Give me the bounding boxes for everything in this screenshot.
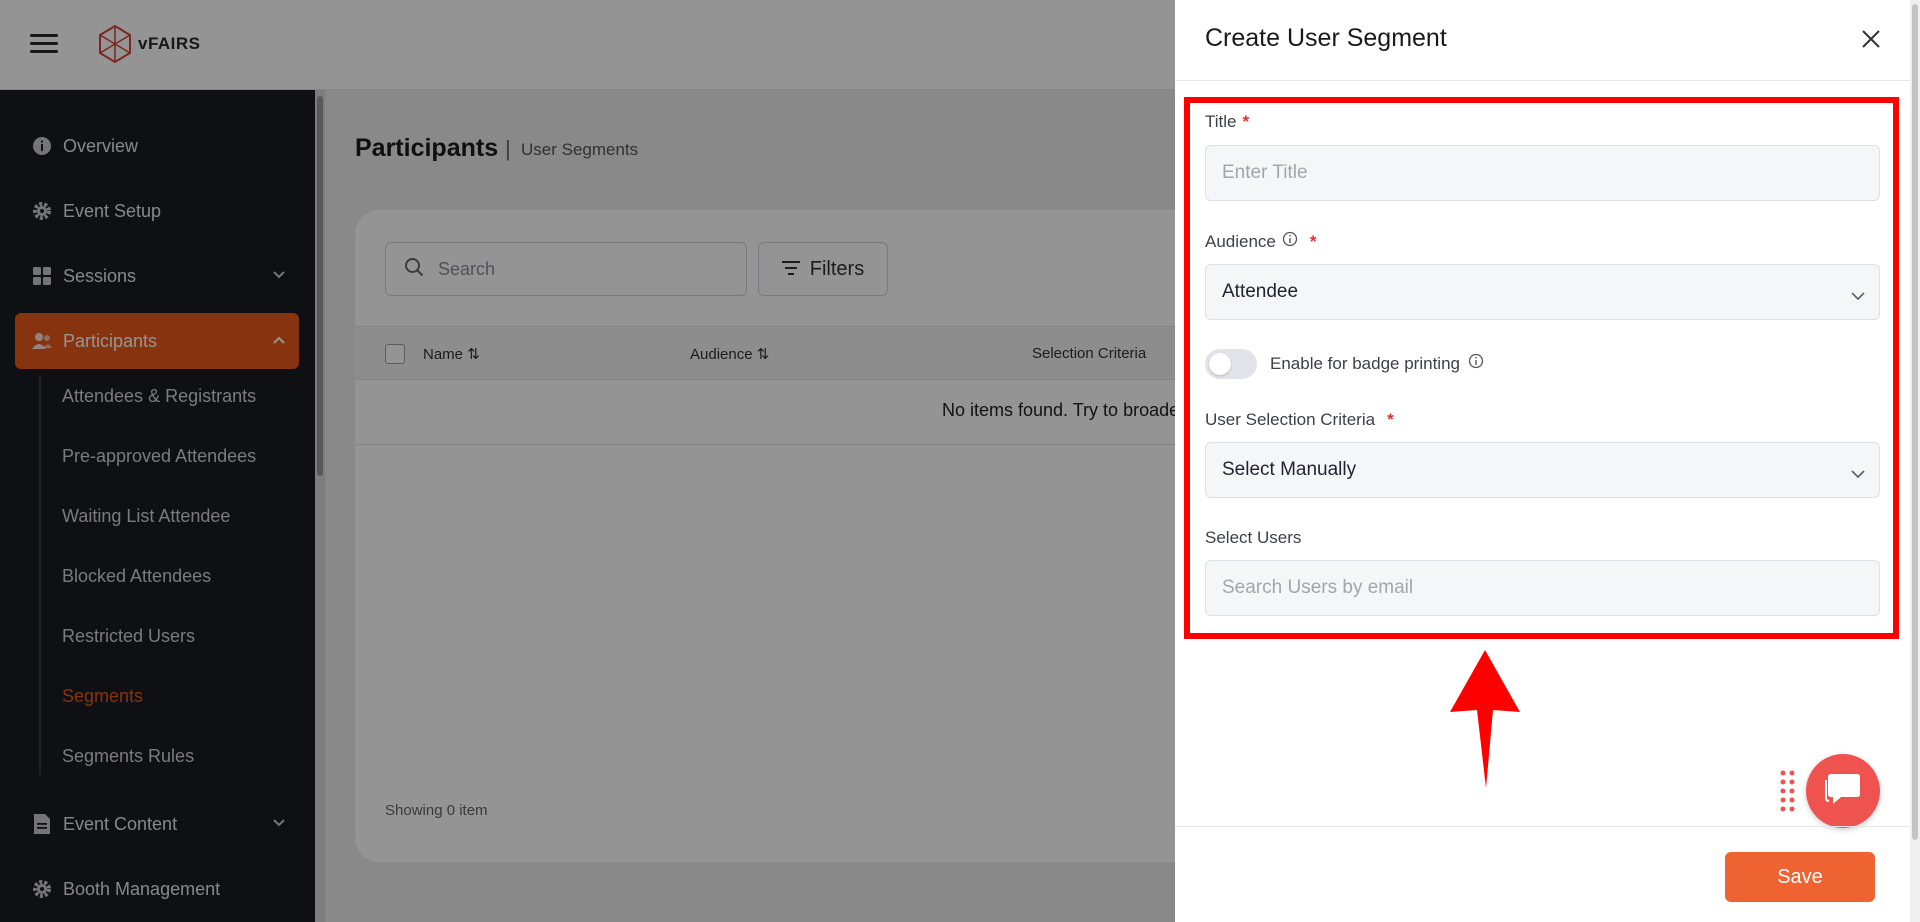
chat-bubble-icon xyxy=(1823,770,1863,813)
info-icon[interactable] xyxy=(1468,353,1484,374)
badge-printing-toggle[interactable] xyxy=(1205,349,1257,379)
criteria-label: User Selection Criteria * xyxy=(1205,410,1394,429)
drag-handle-icon[interactable] xyxy=(1778,769,1798,813)
title-placeholder: Enter Title xyxy=(1222,162,1308,183)
info-icon[interactable] xyxy=(1282,231,1298,252)
select-users-label: Select Users xyxy=(1205,528,1302,547)
drawer-title: Create User Segment xyxy=(1205,24,1447,52)
chevron-down-icon xyxy=(1851,463,1865,485)
audience-label: Audience * xyxy=(1205,231,1317,252)
divider xyxy=(1175,80,1910,81)
criteria-value: Select Manually xyxy=(1222,459,1357,480)
modal-overlay[interactable] xyxy=(0,0,1175,922)
criteria-select[interactable]: Select Manually xyxy=(1205,442,1880,498)
chat-button[interactable] xyxy=(1806,754,1880,828)
audience-value: Attendee xyxy=(1222,281,1299,302)
select-users-placeholder: Search Users by email xyxy=(1222,577,1414,598)
required-mark: * xyxy=(1309,231,1317,251)
title-input[interactable]: Enter Title xyxy=(1205,145,1880,201)
close-icon[interactable] xyxy=(1856,24,1886,54)
audience-select[interactable]: Attendee xyxy=(1205,264,1880,320)
required-mark: * xyxy=(1387,410,1394,429)
chevron-down-icon xyxy=(1851,285,1865,307)
select-users-input[interactable]: Search Users by email xyxy=(1205,560,1880,616)
save-button[interactable]: Save xyxy=(1725,852,1875,902)
drawer-scrollbar[interactable] xyxy=(1910,0,1920,922)
create-segment-drawer: Create User Segment Title * Enter Title A… xyxy=(1175,0,1910,922)
badge-printing-label: Enable for badge printing xyxy=(1270,353,1484,374)
divider xyxy=(1175,826,1910,827)
title-label: Title * xyxy=(1205,112,1250,131)
red-arrow-up-icon xyxy=(1450,650,1520,788)
required-mark: * xyxy=(1242,112,1250,131)
